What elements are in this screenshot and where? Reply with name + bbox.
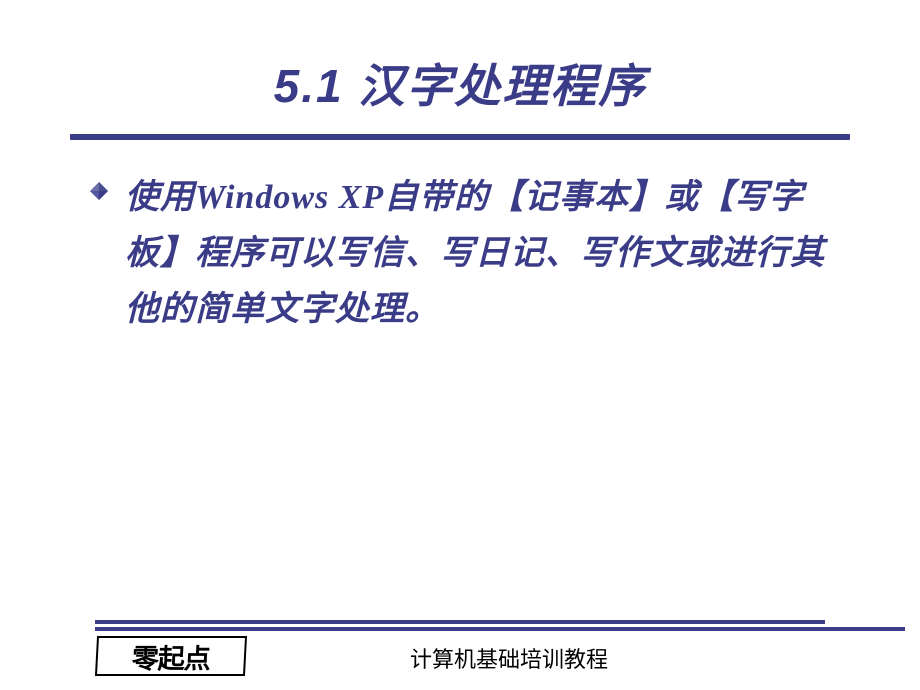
logo: 零起点 [95, 636, 247, 676]
slide-title: 5.1 汉字处理程序 [0, 50, 920, 116]
footer-divider-bottom [95, 627, 905, 631]
diamond-bullet-icon [90, 182, 108, 200]
content-area: 使用Windows XP自带的【记事本】或【写字板】程序可以写信、写日记、写作文… [0, 140, 920, 338]
footer-divider-top [95, 620, 825, 624]
body-text: 使用Windows XP自带的【记事本】或【写字板】程序可以写信、写日记、写作文… [125, 170, 854, 338]
logo-text: 零起点 [131, 637, 211, 676]
title-container: 5.1 汉字处理程序 [0, 0, 920, 134]
footer-text: 计算机基础培训教程 [410, 642, 608, 674]
footer: 零起点 计算机基础培训教程 [0, 620, 920, 680]
bullet-item: 使用Windows XP自带的【记事本】或【写字板】程序可以写信、写日记、写作文… [90, 170, 854, 338]
